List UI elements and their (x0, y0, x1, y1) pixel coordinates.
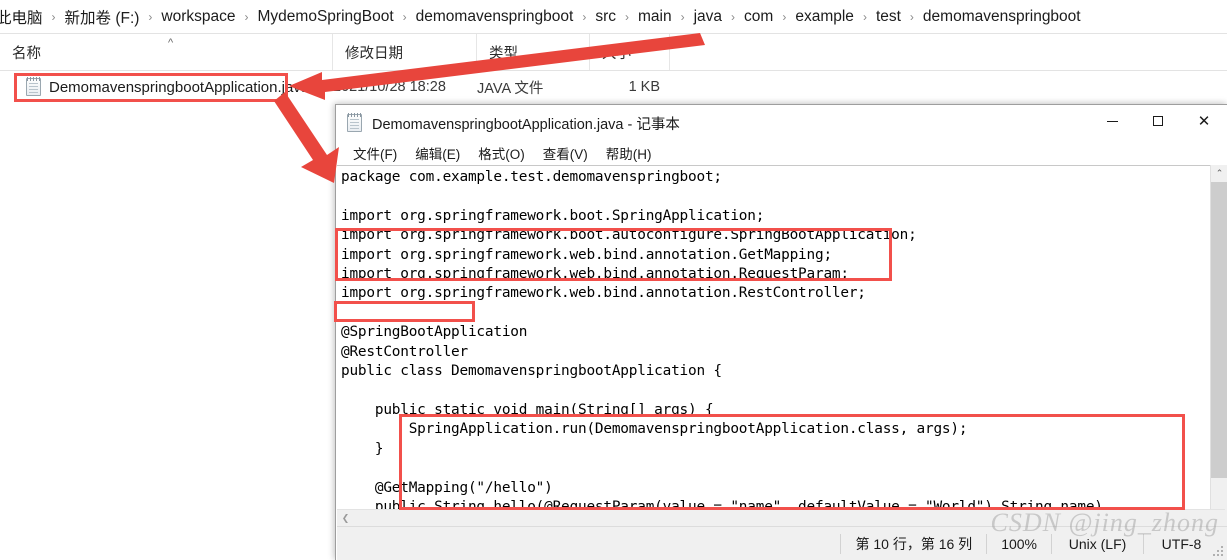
file-name-label: DemomavenspringbootApplication.java (49, 78, 310, 96)
notepad-titlebar[interactable]: DemomavenspringbootApplication.java - 记事… (336, 105, 1227, 141)
sort-ascending-icon: ^ (168, 37, 174, 49)
file-size-cell: 1 KB (628, 79, 660, 95)
minimize-button[interactable] (1089, 105, 1135, 137)
file-type-cell: JAVA 文件 (477, 80, 544, 97)
breadcrumb-item-4[interactable]: demomavenspringboot (414, 8, 576, 26)
scroll-left-icon[interactable]: ❮ (337, 510, 354, 527)
menu-item-0[interactable]: 文件(F) (345, 141, 405, 165)
breadcrumb-item-10[interactable]: test (874, 8, 903, 26)
breadcrumb[interactable]: 此电脑 › 新加卷 (F:) › workspace › MydemoSpringBoot ›… (0, 0, 1221, 33)
notepad-app-icon (347, 113, 362, 132)
breadcrumb-item-1[interactable]: 新加卷 (F:) (63, 6, 142, 28)
column-header-label: 类型 (489, 45, 518, 62)
breadcrumb-item-8[interactable]: com (742, 8, 775, 26)
breadcrumb-item-6[interactable]: main (636, 8, 674, 26)
resize-grip-icon[interactable] (1213, 546, 1225, 558)
breadcrumb-separator-icon: › (625, 9, 629, 24)
menu-item-1[interactable]: 编辑(E) (407, 141, 468, 165)
column-header-label: 名称 (12, 45, 41, 62)
maximize-icon (1153, 116, 1163, 126)
cursor-position-status: 第 10 行，第 16 列 (840, 533, 986, 554)
source-code-text[interactable]: package com.example.test.demomavenspring… (341, 168, 1103, 528)
breadcrumb-separator-icon: › (148, 9, 153, 24)
notepad-text-area[interactable]: package com.example.test.demomavenspring… (337, 165, 1225, 528)
breadcrumb-separator-icon: › (862, 9, 867, 24)
notepad-file-icon (26, 77, 41, 96)
breadcrumb-item-9[interactable]: example (793, 8, 856, 26)
breadcrumb-separator-icon: › (731, 9, 736, 24)
column-header-3[interactable]: 大小 (590, 34, 670, 70)
file-date-cell: 2021/10/28 18:28 (333, 79, 446, 95)
menu-item-2[interactable]: 格式(O) (470, 141, 533, 165)
breadcrumb-item-5[interactable]: src (593, 8, 618, 26)
column-header-label: 修改日期 (345, 45, 403, 62)
notepad-window: DemomavenspringbootApplication.java - 记事… (335, 104, 1227, 560)
line-ending-status: Unix (LF) (1051, 533, 1143, 554)
scroll-up-icon[interactable]: ⌃ (1211, 165, 1227, 182)
breadcrumb-separator-icon: › (244, 9, 249, 24)
breadcrumb-separator-icon: › (909, 9, 914, 24)
close-button[interactable]: ✕ (1181, 105, 1227, 137)
vertical-scrollbar[interactable]: ⌃ ⌄ (1210, 165, 1227, 528)
column-header-label: 大小 (602, 45, 631, 62)
breadcrumb-item-3[interactable]: MydemoSpringBoot (256, 8, 396, 26)
menu-item-3[interactable]: 查看(V) (535, 141, 596, 165)
table-row[interactable]: DemomavenspringbootApplication.java 2021… (0, 71, 1227, 103)
breadcrumb-item-11[interactable]: demomavenspringboot (921, 8, 1083, 26)
notepad-statusbar: 第 10 行，第 16 列 100% Unix (LF) UTF-8 (337, 526, 1227, 560)
breadcrumb-separator-icon: › (51, 9, 56, 24)
vertical-scrollbar-thumb[interactable] (1211, 182, 1227, 478)
maximize-button[interactable] (1135, 105, 1181, 137)
breadcrumb-separator-icon: › (680, 9, 685, 24)
minimize-icon (1106, 120, 1118, 122)
close-icon: ✕ (1197, 112, 1211, 130)
breadcrumb-item-7[interactable]: java (692, 8, 724, 26)
breadcrumb-item-2[interactable]: workspace (159, 8, 237, 26)
menu-item-4[interactable]: 帮助(H) (598, 141, 660, 165)
column-header-0[interactable]: 名称 (0, 34, 333, 70)
column-header-2[interactable]: 类型 (477, 34, 590, 70)
column-header-1[interactable]: 修改日期 (333, 34, 477, 70)
breadcrumb-separator-icon: › (402, 9, 407, 24)
breadcrumb-separator-icon: › (782, 9, 787, 24)
zoom-level-status[interactable]: 100% (986, 533, 1051, 554)
notepad-menubar[interactable]: 文件(F) 编辑(E) 格式(O) 查看(V) 帮助(H) (336, 141, 1227, 165)
file-list-column-headers[interactable]: 名称 修改日期 类型 大小 (0, 34, 1227, 70)
breadcrumb-item-0[interactable]: 此电脑 (0, 6, 45, 28)
breadcrumb-separator-icon: › (582, 9, 587, 24)
file-name-cell[interactable]: DemomavenspringbootApplication.java (26, 71, 309, 103)
window-title: DemomavenspringbootApplication.java - 记事… (372, 116, 680, 133)
horizontal-scrollbar[interactable]: ❮ (337, 509, 1225, 526)
